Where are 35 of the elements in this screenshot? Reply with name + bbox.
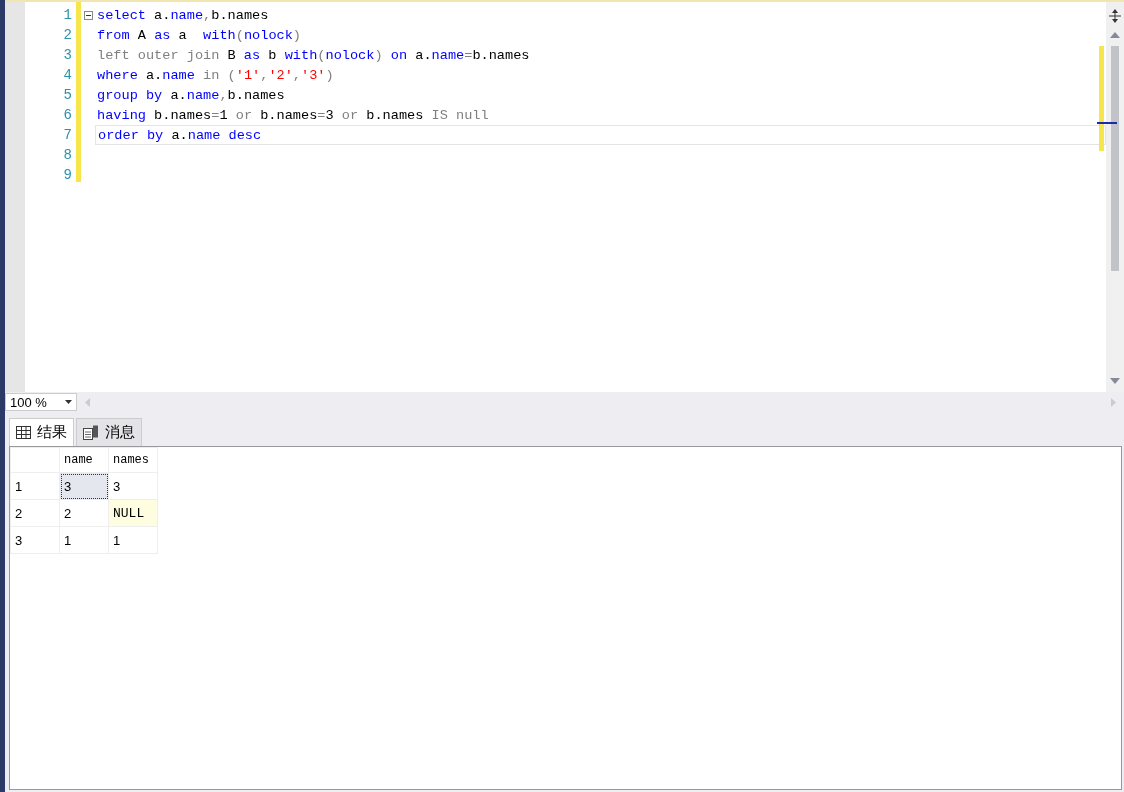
row-number[interactable]: 2 bbox=[10, 499, 60, 527]
dropdown-caret-icon bbox=[65, 400, 72, 404]
code-line: select a.name,b.names bbox=[96, 6, 270, 25]
table-cell: 2 bbox=[59, 499, 109, 527]
table-cell: 1 bbox=[108, 526, 158, 554]
line-number: 4 bbox=[62, 66, 73, 85]
code-line: group by a.name,b.names bbox=[96, 86, 286, 105]
line-number: 3 bbox=[62, 46, 73, 65]
code-line: where a.name in ('1','2','3') bbox=[96, 66, 335, 85]
line-number: 2 bbox=[62, 26, 73, 45]
scroll-down-icon[interactable] bbox=[1110, 378, 1120, 384]
code-line: from A as a with(nolock) bbox=[96, 26, 303, 45]
line-number: 1 bbox=[62, 6, 73, 25]
zoom-dropdown[interactable]: 100 % bbox=[5, 393, 77, 411]
row-number[interactable]: 1 bbox=[10, 472, 60, 500]
collapse-icon[interactable] bbox=[83, 11, 93, 20]
line-number: 9 bbox=[62, 166, 73, 185]
table-cell: 3 bbox=[108, 472, 158, 500]
column-header[interactable]: name bbox=[59, 447, 109, 473]
row-number[interactable]: 3 bbox=[10, 526, 60, 554]
split-icon[interactable] bbox=[1108, 8, 1122, 24]
table-cell: 1 bbox=[59, 526, 109, 554]
line-number: 6 bbox=[62, 106, 73, 125]
code-line: left outer join B as b with(nolock) on a.name=b.names bbox=[96, 46, 531, 65]
results-tab[interactable]: 结果 bbox=[9, 418, 74, 446]
line-number: 7 bbox=[62, 126, 73, 145]
code-line: having b.names=1 or b.names=3 or b.names IS null bbox=[96, 106, 490, 125]
scrollbar-thumb[interactable] bbox=[1111, 46, 1119, 271]
line-number: 5 bbox=[62, 86, 73, 105]
column-header[interactable]: names bbox=[108, 447, 158, 473]
document-icon bbox=[83, 425, 99, 440]
results-tab[interactable]: 消息 bbox=[76, 418, 142, 446]
grid-icon bbox=[16, 426, 31, 439]
line-number: 8 bbox=[62, 146, 73, 165]
scroll-up-icon[interactable] bbox=[1110, 32, 1120, 38]
